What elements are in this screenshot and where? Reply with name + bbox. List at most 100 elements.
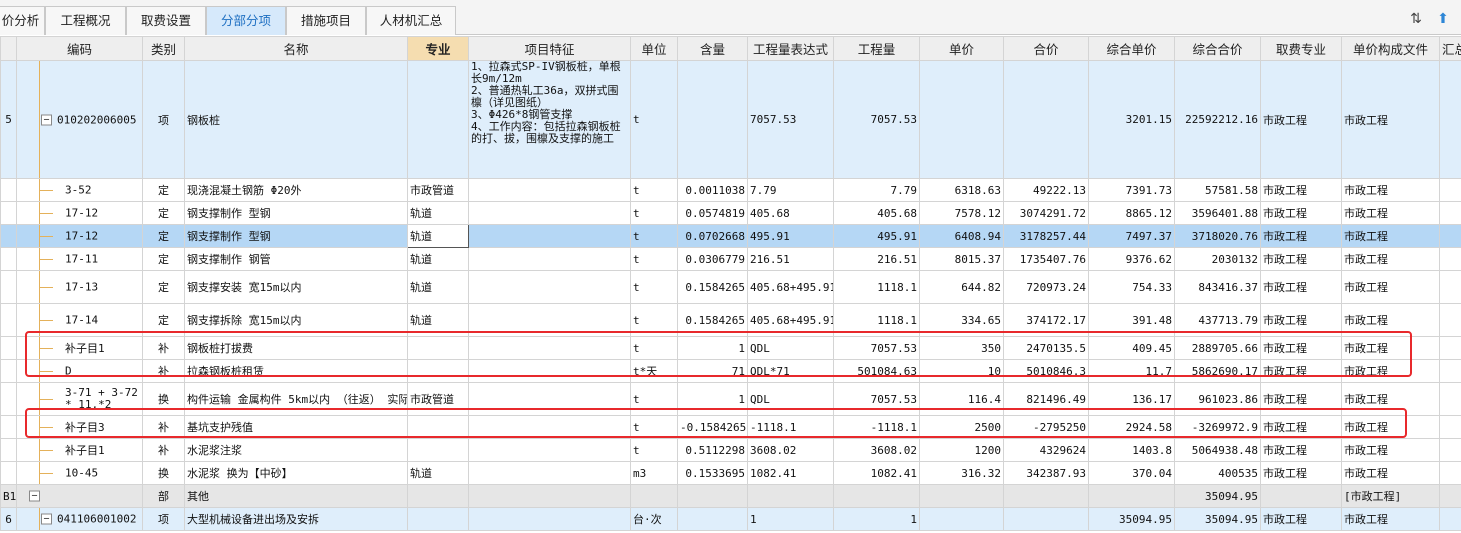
qty-expression-cell[interactable] — [747, 484, 834, 508]
price-file-cell[interactable]: 市政工程 — [1341, 303, 1440, 337]
summary-cell[interactable] — [1439, 461, 1461, 485]
table-row[interactable]: 17-12 定钢支撑制作 型钢 轨道 t 0.0702668 495.91 495.91 64… — [0, 224, 1461, 248]
col-header-quantity[interactable]: 工程量 — [833, 36, 920, 61]
tab-labor-material-summary[interactable]: 人材机汇总 — [366, 6, 456, 35]
composite-total-cell[interactable]: 400535 — [1174, 461, 1261, 485]
unit-price-cell[interactable]: 1200 — [919, 438, 1004, 462]
specialty-cell[interactable] — [407, 415, 469, 439]
name-cell[interactable]: 现浇混凝土钢筋 Φ20外 — [184, 178, 408, 202]
col-header-price-file[interactable]: 单价构成文件 — [1341, 36, 1440, 61]
quantity-cell[interactable]: 1118.1 — [833, 303, 920, 337]
total-price-cell[interactable] — [1003, 507, 1089, 531]
code-cell[interactable]: −041106001002 — [16, 507, 143, 531]
summary-cell[interactable] — [1439, 382, 1461, 416]
composite-unit-price-cell[interactable]: 754.33 — [1088, 270, 1175, 304]
name-cell[interactable]: 基坑支护残值 — [184, 415, 408, 439]
type-cell[interactable]: 补 — [142, 415, 185, 439]
qty-expression-cell[interactable]: QDL — [747, 382, 834, 416]
code-cell[interactable]: 补子目1 — [16, 438, 143, 462]
table-row[interactable]: 补子目1 补水泥浆注浆 t 0.5112298 3608.02 3608.02 1200 43… — [0, 438, 1461, 462]
unit-cell[interactable]: t — [630, 270, 678, 304]
unit-cell[interactable]: t — [630, 201, 678, 225]
type-cell[interactable]: 定 — [142, 178, 185, 202]
specialty-cell[interactable] — [407, 359, 469, 383]
price-file-cell[interactable]: 市政工程 — [1341, 507, 1440, 531]
price-file-cell[interactable]: 市政工程 — [1341, 247, 1440, 271]
price-file-cell[interactable]: 市政工程 — [1341, 438, 1440, 462]
code-cell[interactable]: D — [16, 359, 143, 383]
composite-total-cell[interactable]: 843416.37 — [1174, 270, 1261, 304]
fee-specialty-cell[interactable]: 市政工程 — [1260, 224, 1342, 248]
unit-cell[interactable]: t — [630, 415, 678, 439]
price-file-cell[interactable]: 市政工程 — [1341, 224, 1440, 248]
row-index[interactable] — [0, 336, 17, 360]
fee-specialty-cell[interactable]: 市政工程 — [1260, 382, 1342, 416]
row-index[interactable] — [0, 247, 17, 271]
unit-price-cell[interactable]: 334.65 — [919, 303, 1004, 337]
specialty-cell[interactable] — [407, 60, 469, 179]
specialty-cell[interactable]: 市政管道 — [407, 178, 469, 202]
composite-unit-price-cell[interactable]: 7497.37 — [1088, 224, 1175, 248]
specialty-cell[interactable] — [407, 484, 469, 508]
type-cell[interactable]: 项 — [142, 507, 185, 531]
quantity-cell[interactable]: 7057.53 — [833, 336, 920, 360]
col-header-total-price[interactable]: 合价 — [1003, 36, 1089, 61]
type-cell[interactable]: 定 — [142, 247, 185, 271]
table-row[interactable]: 3-52 定现浇混凝土钢筋 Φ20外 市政管道 t 0.0011038 7.79 7.79 6… — [0, 178, 1461, 202]
composite-unit-price-cell[interactable]: 7391.73 — [1088, 178, 1175, 202]
fee-specialty-cell[interactable]: 市政工程 — [1260, 60, 1342, 179]
composite-unit-price-cell[interactable]: 1403.8 — [1088, 438, 1175, 462]
composite-unit-price-cell[interactable]: 11.7 — [1088, 359, 1175, 383]
composite-total-cell[interactable]: 35094.95 — [1174, 507, 1261, 531]
table-row[interactable]: 17-11 定钢支撑制作 钢管 轨道 t 0.0306779 216.51 216.51 80… — [0, 247, 1461, 271]
table-row[interactable]: 10-45 换水泥浆 换为【中砂】 轨道 m3 0.1533695 1082.41 1082… — [0, 461, 1461, 485]
content-cell[interactable]: 0.5112298 — [677, 438, 748, 462]
summary-cell[interactable] — [1439, 60, 1461, 179]
row-index[interactable] — [0, 438, 17, 462]
price-file-cell[interactable]: 市政工程 — [1341, 201, 1440, 225]
name-cell[interactable]: 拉森钢板桩租赁 — [184, 359, 408, 383]
unit-cell[interactable]: t — [630, 336, 678, 360]
unit-cell[interactable]: t — [630, 438, 678, 462]
col-header-composite-total[interactable]: 综合合价 — [1174, 36, 1261, 61]
table-row[interactable]: 17-13 定钢支撑安装 宽15m以内 轨道 t 0.1584265 405.68+495… — [0, 270, 1461, 304]
composite-total-cell[interactable]: 35094.95 — [1174, 484, 1261, 508]
name-cell[interactable]: 大型机械设备进出场及安拆 — [184, 507, 408, 531]
unit-cell[interactable]: t — [630, 178, 678, 202]
col-header-unit[interactable]: 单位 — [630, 36, 678, 61]
row-index[interactable] — [0, 201, 17, 225]
unit-cell[interactable]: t — [630, 303, 678, 337]
content-cell[interactable]: 1 — [677, 336, 748, 360]
table-row[interactable]: 17-14 定钢支撑拆除 宽15m以内 轨道 t 0.1584265 405.68+495… — [0, 303, 1461, 337]
quantity-cell[interactable]: 1082.41 — [833, 461, 920, 485]
summary-cell[interactable] — [1439, 484, 1461, 508]
specialty-cell[interactable]: 轨道 — [407, 247, 469, 271]
feature-cell[interactable] — [468, 247, 631, 271]
unit-cell[interactable]: t — [630, 60, 678, 179]
composite-total-cell[interactable]: -3269972.9 — [1174, 415, 1261, 439]
type-cell[interactable]: 换 — [142, 461, 185, 485]
table-row[interactable]: 补子目1 补钢板桩打拔费 t 1 QDL 7057.53 350 2470135.5 409.4… — [0, 336, 1461, 360]
name-cell[interactable]: 其他 — [184, 484, 408, 508]
unit-price-cell[interactable]: 6408.94 — [919, 224, 1004, 248]
total-price-cell[interactable]: -2795250 — [1003, 415, 1089, 439]
content-cell[interactable]: 0.0574819 — [677, 201, 748, 225]
unit-price-cell[interactable]: 644.82 — [919, 270, 1004, 304]
type-cell[interactable]: 补 — [142, 438, 185, 462]
unit-price-cell[interactable]: 316.32 — [919, 461, 1004, 485]
fee-specialty-cell[interactable]: 市政工程 — [1260, 507, 1342, 531]
fee-specialty-cell[interactable]: 市政工程 — [1260, 178, 1342, 202]
quantity-cell[interactable]: 501084.63 — [833, 359, 920, 383]
qty-expression-cell[interactable]: 3608.02 — [747, 438, 834, 462]
content-cell[interactable]: 1 — [677, 382, 748, 416]
collapse-icon[interactable]: − — [41, 114, 52, 125]
feature-cell[interactable] — [468, 359, 631, 383]
name-cell[interactable]: 钢支撑制作 型钢 — [184, 201, 408, 225]
type-cell[interactable]: 定 — [142, 303, 185, 337]
unit-price-cell[interactable]: 2500 — [919, 415, 1004, 439]
composite-unit-price-cell[interactable]: 409.45 — [1088, 336, 1175, 360]
col-header-content[interactable]: 含量 — [677, 36, 748, 61]
feature-cell[interactable]: 1、拉森式SP-IV钢板桩，单根长9m/12m 2、普通热轧工36a，双拼式围檩… — [468, 60, 631, 179]
feature-cell[interactable] — [468, 336, 631, 360]
unit-price-cell[interactable] — [919, 484, 1004, 508]
